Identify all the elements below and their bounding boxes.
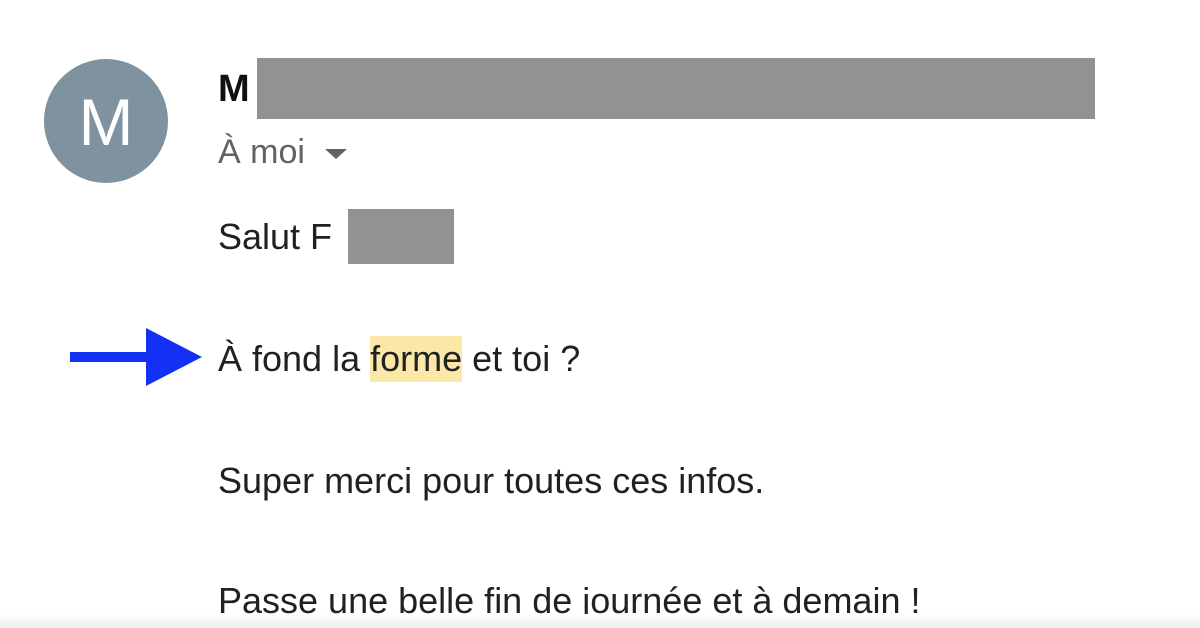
- message-thanks: Super merci pour toutes ces infos.: [218, 460, 765, 501]
- sender-name-initial: M: [218, 67, 250, 110]
- highlighted-word: forme: [370, 336, 463, 382]
- message-greeting: Salut F: [218, 216, 333, 257]
- caret-down-icon[interactable]: [324, 149, 347, 159]
- question-text-after: et toi ?: [462, 338, 581, 379]
- sender-name[interactable]: M: [218, 58, 250, 120]
- question-text-before: À fond la: [218, 338, 371, 379]
- avatar-letter: M: [78, 85, 134, 159]
- sender-avatar[interactable]: M: [44, 59, 168, 183]
- recipient-name-redaction: [348, 209, 454, 264]
- sender-name-redaction: [257, 58, 1095, 119]
- message-question: À fond la forme et toi ?: [218, 336, 580, 382]
- recipient-details-toggle[interactable]: À moi: [218, 130, 347, 174]
- bottom-edge-shadow: [0, 614, 1200, 628]
- recipient-label: À moi: [218, 132, 305, 171]
- arrow-pointer-icon: [70, 328, 202, 386]
